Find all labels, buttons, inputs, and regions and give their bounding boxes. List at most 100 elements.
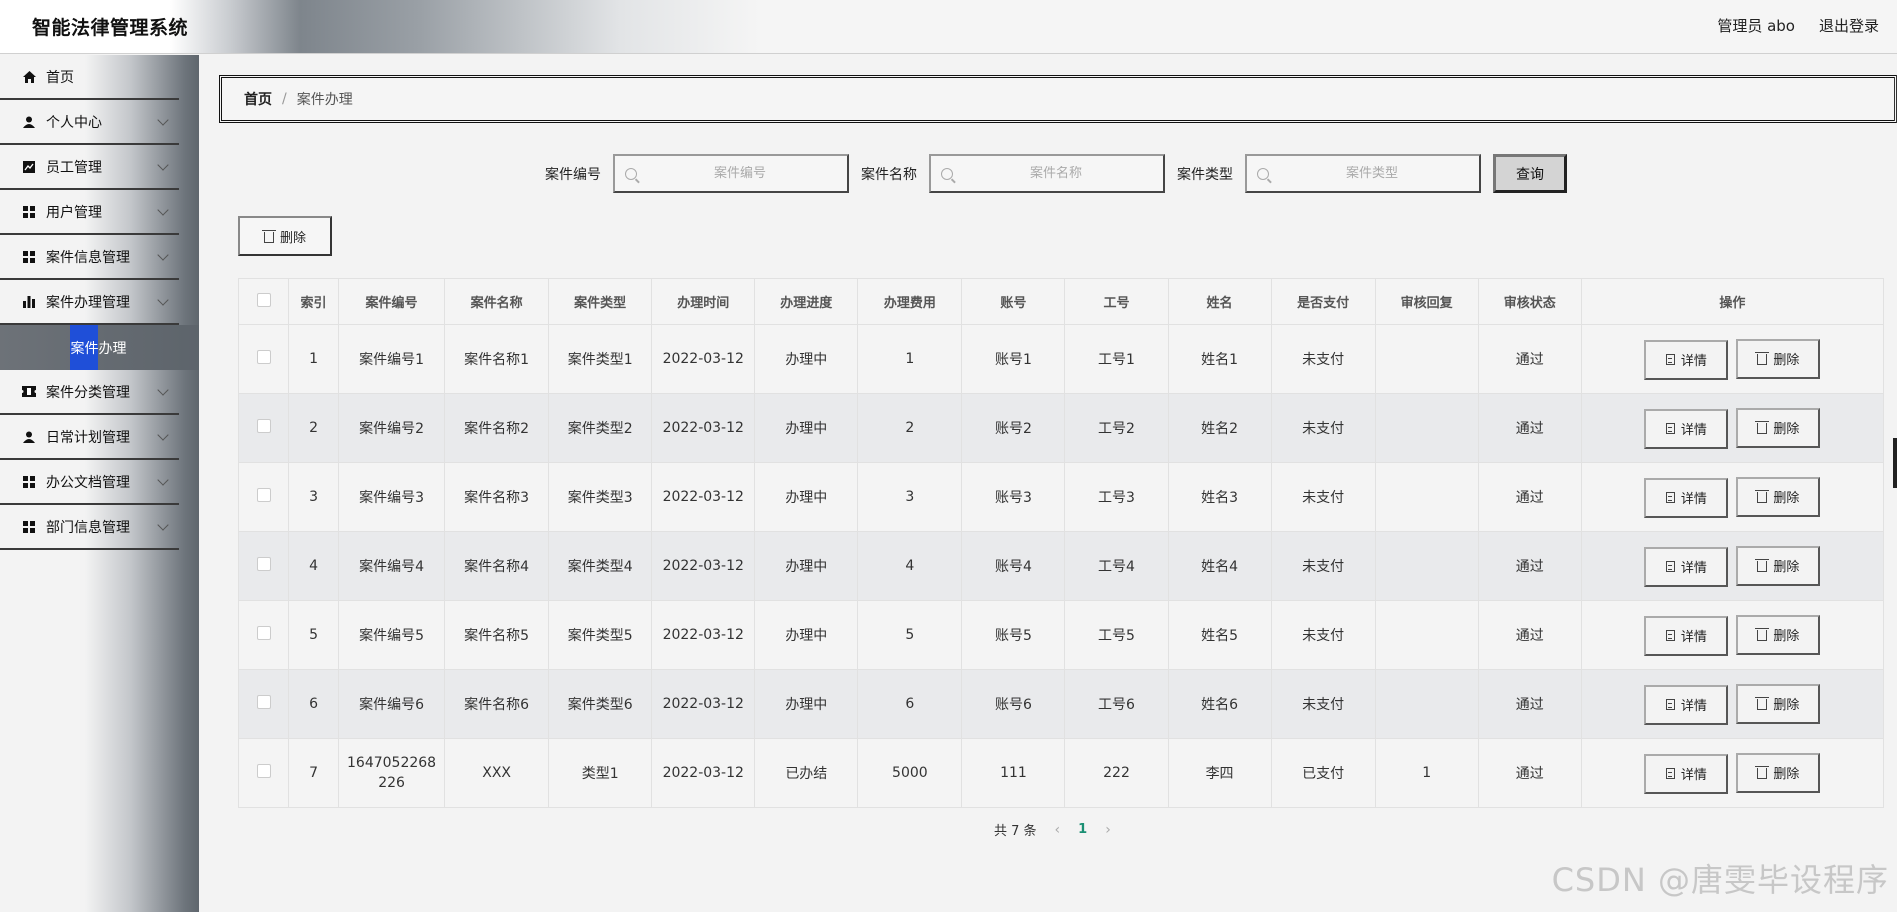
breadcrumb-separator: / — [282, 91, 287, 107]
sidebar-item[interactable]: 员工管理 — [0, 145, 179, 190]
case-name-input[interactable] — [961, 166, 1151, 181]
next-page-button[interactable]: › — [1105, 822, 1111, 838]
actions-cell: 详情 删除 — [1580, 393, 1885, 463]
table-cell: 案件名称2 — [444, 393, 550, 463]
case-no-input[interactable] — [645, 166, 835, 181]
detail-button[interactable]: 详情 — [1644, 477, 1729, 518]
table-cell: 账号5 — [961, 600, 1066, 670]
sidebar-item[interactable]: 办公文档管理 — [0, 460, 179, 505]
user-icon — [22, 430, 36, 444]
chevron-down-icon — [157, 114, 169, 126]
select-all-checkbox[interactable] — [256, 292, 271, 307]
delete-button[interactable]: 删除 — [1736, 338, 1821, 379]
sidebar-item-label: 案件信息管理 — [46, 249, 130, 266]
row-checkbox[interactable] — [256, 557, 271, 571]
table-cell: 1 — [857, 324, 963, 394]
table-cell: 案件类型4 — [548, 531, 653, 601]
table-cell: 案件编号1 — [338, 324, 446, 394]
table-cell: 已支付 — [1270, 738, 1376, 808]
detail-button[interactable]: 详情 — [1644, 339, 1729, 380]
sidebar-item[interactable]: 案件信息管理 — [0, 235, 179, 280]
total-count: 共 7 条 — [994, 824, 1037, 839]
delete-button[interactable]: 删除 — [1736, 752, 1821, 793]
table-cell: 办理中 — [754, 393, 859, 463]
delete-button[interactable]: 删除 — [1736, 545, 1821, 586]
breadcrumb-home[interactable]: 首页 — [244, 89, 272, 109]
grid-icon — [22, 520, 36, 534]
search-bar: 案件编号 案件名称 案件类型 查询 — [545, 154, 1567, 193]
detail-button[interactable]: 详情 — [1644, 615, 1729, 656]
sidebar-item-label: 日常计划管理 — [46, 429, 130, 446]
sidebar-item-label: 办公文档管理 — [46, 474, 130, 491]
detail-label: 详情 — [1680, 492, 1707, 507]
table-cell: 办理中 — [754, 462, 859, 532]
case-type-input[interactable] — [1277, 166, 1467, 181]
detail-button[interactable]: 详情 — [1644, 684, 1729, 725]
sidebar-item[interactable]: 首页 — [0, 55, 179, 100]
row-checkbox[interactable] — [256, 488, 271, 502]
row-checkbox[interactable] — [256, 626, 271, 640]
current-page[interactable]: 1 — [1078, 822, 1087, 837]
table-cell: 2 — [857, 393, 963, 463]
table-cell — [1374, 462, 1479, 532]
trash-icon — [1755, 766, 1770, 779]
sidebar-item[interactable]: 日常计划管理 — [0, 415, 179, 460]
sidebar-item[interactable]: 案件办理管理 — [0, 280, 179, 325]
delete-button[interactable]: 删除 — [1736, 407, 1821, 448]
watermark: CSDN @唐雯毕设程序 — [1551, 861, 1889, 899]
row-checkbox[interactable] — [256, 350, 271, 364]
table-row: 2 案件编号2 案件名称2 案件类型2 2022-03-12 办理中 2 账号2 工号2 姓名2 未… — [237, 393, 1885, 463]
search-icon — [625, 167, 637, 180]
sidebar-item-label: 案件办理管理 — [46, 294, 130, 311]
document-icon — [1665, 561, 1675, 572]
table-cell: 案件编号4 — [338, 531, 446, 601]
table-cell: 账号6 — [961, 669, 1066, 739]
sidebar-item[interactable]: 部门信息管理 — [0, 505, 179, 550]
table-cell: 办理中 — [754, 324, 859, 394]
row-checkbox[interactable] — [256, 695, 271, 709]
detail-label: 详情 — [1680, 354, 1707, 369]
logout-link[interactable]: 退出登录 — [1819, 15, 1879, 36]
table-cell: 2 — [288, 393, 340, 463]
table-cell: 2022-03-12 — [651, 600, 756, 670]
sidebar-item[interactable]: 用户管理 — [0, 190, 179, 235]
sidebar-item[interactable]: 个人中心 — [0, 100, 179, 145]
detail-button[interactable]: 详情 — [1644, 546, 1729, 587]
query-button[interactable]: 查询 — [1493, 154, 1567, 193]
delete-button[interactable]: 删除 — [1736, 614, 1821, 655]
trash-icon — [1755, 421, 1770, 434]
sidebar-item[interactable]: 案件分类管理 — [0, 370, 179, 415]
sidebar-subitem-case-handling[interactable]: 案件办理 — [0, 325, 199, 370]
column-header: 案件名称 — [444, 278, 550, 325]
case-no-field[interactable] — [613, 154, 849, 193]
table-cell — [1374, 531, 1479, 601]
chevron-down-icon — [157, 249, 169, 261]
chevron-down-icon — [157, 429, 169, 441]
delete-button[interactable]: 删除 — [1736, 476, 1821, 517]
detail-button[interactable]: 详情 — [1644, 753, 1729, 794]
column-header: 办理时间 — [651, 278, 756, 325]
row-select-cell — [237, 738, 290, 808]
row-checkbox[interactable] — [256, 764, 271, 778]
table-cell: 已办结 — [754, 738, 859, 808]
case-name-field[interactable] — [929, 154, 1165, 193]
table-cell: 111 — [961, 738, 1066, 808]
case-type-field[interactable] — [1245, 154, 1481, 193]
batch-delete-button[interactable]: 删除 — [238, 216, 332, 256]
table-cell: 通过 — [1477, 462, 1582, 532]
admin-user-label[interactable]: 管理员 abo — [1717, 15, 1795, 36]
column-header: 案件类型 — [548, 278, 653, 325]
detail-label: 详情 — [1680, 561, 1707, 576]
scrollbar-thumb[interactable] — [1893, 438, 1897, 488]
search-icon — [1257, 167, 1269, 180]
table-cell: 账号2 — [961, 393, 1066, 463]
sidebar: 首页 个人中心 员工管理 用户管理案件信息管理 案件办理管理 案件办理 案件分类管理日常… — [0, 55, 199, 912]
delete-button[interactable]: 删除 — [1736, 683, 1821, 724]
table-cell: 姓名5 — [1167, 600, 1272, 670]
table-cell: 姓名1 — [1167, 324, 1272, 394]
table-cell: 姓名4 — [1167, 531, 1272, 601]
detail-button[interactable]: 详情 — [1644, 408, 1729, 449]
table-header-row: 索引 案件编号 案件名称 案件类型 办理时间 办理进度 办理费用 账号 工号 姓名 是否支付 审核回复… — [237, 278, 1885, 325]
row-checkbox[interactable] — [256, 419, 271, 433]
prev-page-button[interactable]: ‹ — [1055, 822, 1061, 838]
